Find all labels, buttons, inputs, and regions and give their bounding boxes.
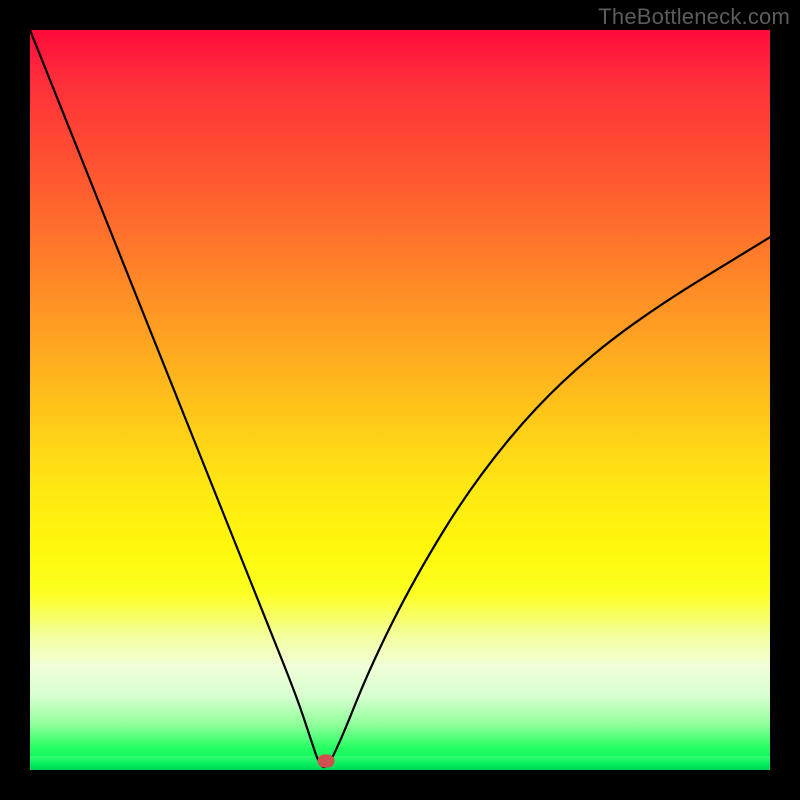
plot-area (30, 30, 770, 770)
watermark-text: TheBottleneck.com (598, 4, 790, 30)
chart-frame: TheBottleneck.com (0, 0, 800, 800)
bottleneck-curve (30, 30, 770, 770)
optimal-point-marker (318, 755, 335, 768)
